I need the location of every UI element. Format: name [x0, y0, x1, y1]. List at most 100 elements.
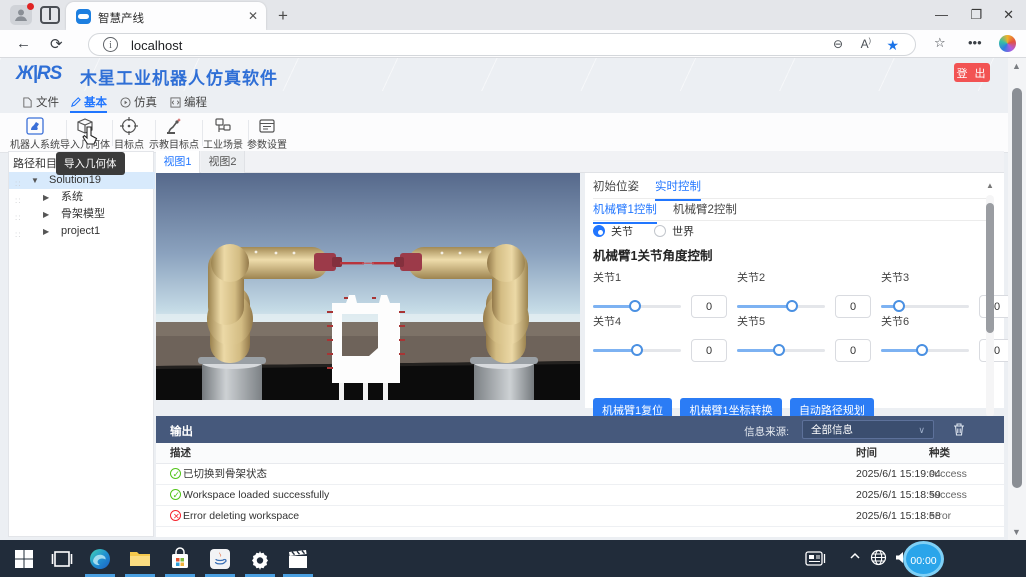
caret-right-icon[interactable]: ▶: [43, 189, 49, 206]
caret-right-icon[interactable]: ▶: [43, 223, 49, 240]
joint4-slider[interactable]: [593, 349, 681, 352]
joint1-slider[interactable]: [593, 305, 681, 308]
caret-down-icon[interactable]: ▼: [31, 172, 39, 189]
java-app-icon[interactable]: [208, 547, 232, 571]
minimize-button[interactable]: —: [935, 7, 948, 22]
joint5-input[interactable]: [835, 339, 871, 362]
refresh-icon[interactable]: ⟳: [50, 35, 63, 53]
favorite-star-icon[interactable]: ★: [886, 37, 899, 54]
file-icon: [22, 97, 33, 108]
panel-scrollbar[interactable]: ▲ ▼: [984, 181, 996, 431]
tab-realtime-control[interactable]: 实时控制: [655, 178, 701, 201]
joint2-slider[interactable]: [737, 305, 825, 308]
output-table-header: 描述 时间 种类: [156, 443, 1004, 464]
view-tab-bar: 视图1 视图2: [156, 151, 1004, 173]
start-button-icon[interactable]: [12, 547, 36, 571]
tab-initial-pose[interactable]: 初始位姿: [593, 178, 639, 199]
network-globe-icon[interactable]: [870, 549, 887, 566]
vscroll-thumb[interactable]: [986, 203, 994, 333]
joint4-control: 关节4: [593, 313, 727, 363]
browser-tab[interactable]: 智慧产线 ✕: [66, 2, 266, 30]
edge-browser-icon[interactable]: [88, 547, 112, 571]
output-header: 输出 信息来源: 全部信息 ∨: [156, 416, 1004, 443]
output-panel: 输出 信息来源: 全部信息 ∨ 描述 时间 种类 已切换到骨架状态: [156, 416, 1004, 537]
toolbar-parameter-settings[interactable]: 参数设置: [238, 116, 296, 151]
settings-gear-icon[interactable]: [248, 547, 272, 571]
address-bar[interactable]: i localhost ⊖ A) ★: [88, 33, 916, 56]
settings-panel-icon: [257, 116, 277, 136]
clapperboard-icon[interactable]: [286, 547, 310, 571]
news-widgets-icon[interactable]: [805, 549, 827, 567]
status-success-icon: [170, 489, 181, 500]
menu-item-simulation[interactable]: 仿真: [120, 94, 157, 113]
menu-item-basic[interactable]: 基本: [70, 94, 107, 113]
viewport-3d[interactable]: [156, 173, 580, 400]
hidden-icons-chevron[interactable]: [848, 549, 862, 563]
section-title: 机械臂1关节角度控制: [593, 245, 712, 264]
restore-button[interactable]: ❐: [970, 7, 982, 23]
read-aloud-icon[interactable]: A): [861, 37, 871, 51]
browser-profile-avatar[interactable]: [10, 5, 32, 25]
screen: 智慧产线 ✕ + — ❐ ✕ ← ⟳ i localhost ⊖ A) ★ ☆ …: [0, 0, 1026, 577]
microsoft-store-icon[interactable]: [168, 547, 192, 571]
collections-icon[interactable]: ☆: [934, 35, 946, 51]
joint5-slider[interactable]: [737, 349, 825, 352]
menu-item-programming[interactable]: 编程: [170, 94, 207, 113]
zoom-out-icon[interactable]: ⊖: [833, 37, 843, 51]
close-button[interactable]: ✕: [1003, 7, 1014, 23]
app-title: 木星工业机器人仿真软件: [80, 64, 278, 89]
hand-cursor-icon: [82, 126, 98, 146]
browser-tab-strip: 智慧产线 ✕ + — ❐ ✕: [0, 0, 1026, 30]
url-text[interactable]: localhost: [131, 38, 182, 53]
scroll-up-icon[interactable]: ▲: [1012, 61, 1021, 71]
control-panel: 初始位姿 实时控制 机械臂1控制 机械臂2控制 关节 世界 机械臂1关节角度控制…: [585, 173, 1004, 408]
tab-view2[interactable]: 视图2: [201, 151, 245, 173]
app-header: Ж|RS 木星工业机器人仿真软件 登 出: [0, 58, 1008, 91]
page-scrollbar[interactable]: ▲ ▼: [1008, 58, 1026, 540]
caret-right-icon[interactable]: ▶: [43, 206, 49, 223]
scroll-up-icon[interactable]: ▲: [986, 181, 994, 190]
file-explorer-icon[interactable]: [128, 547, 152, 571]
joint2-control: 关节2: [737, 269, 871, 319]
output-row[interactable]: Workspace loaded successfully 2025/6/1 1…: [156, 485, 1004, 506]
workspaces-button[interactable]: [40, 6, 60, 24]
tab-close-icon[interactable]: ✕: [248, 9, 258, 23]
output-row[interactable]: Error deleting workspace 2025/6/1 15:18:…: [156, 506, 1004, 527]
new-tab-button[interactable]: +: [278, 6, 288, 26]
tree-item-system[interactable]: :: ▶ 系统: [9, 189, 155, 206]
radio-selected-icon: [593, 225, 605, 237]
taskbar: 15:19 2025/6/1 7: [0, 540, 1026, 577]
app-logo: Ж|RS: [16, 63, 61, 85]
tab-arm1-control[interactable]: 机械臂1控制: [593, 201, 657, 224]
logout-button[interactable]: 登 出: [954, 63, 990, 82]
output-title: 输出: [170, 423, 193, 439]
recording-timer[interactable]: 00:00: [903, 541, 944, 577]
joint3-slider[interactable]: [881, 305, 969, 308]
menu-bar: 文件 基本 仿真 编程: [0, 91, 1008, 113]
tab-favicon: [76, 9, 91, 24]
scroll-down-icon[interactable]: ▼: [1012, 527, 1021, 537]
robot-scene: [156, 173, 580, 400]
tab-view1[interactable]: 视图1: [156, 151, 200, 173]
joint5-control: 关节5: [737, 313, 871, 363]
output-row[interactable]: 已切换到骨架状态 2025/6/1 15:19:04 success: [156, 464, 1004, 485]
sidebar-paths-targets: 路径和目标点 :: ▼ Solution19 :: ▶ 系统 :: ▶ 骨架模型: [8, 151, 154, 537]
page-scroll-thumb[interactable]: [1012, 88, 1022, 488]
joint6-slider[interactable]: [881, 349, 969, 352]
copilot-icon[interactable]: [999, 35, 1016, 52]
status-success-icon: [170, 468, 181, 479]
menu-item-file[interactable]: 文件: [22, 94, 59, 113]
radio-unselected-icon: [654, 225, 666, 237]
tree-item-skeleton-model[interactable]: :: ▶ 骨架模型: [9, 206, 155, 223]
joint4-input[interactable]: [691, 339, 727, 362]
tab-arm2-control[interactable]: 机械臂2控制: [673, 201, 737, 222]
clear-log-icon[interactable]: [952, 422, 966, 437]
task-view-icon[interactable]: [50, 547, 74, 571]
more-menu-icon[interactable]: •••: [968, 35, 982, 50]
radio-world-mode[interactable]: 世界: [654, 225, 694, 239]
source-dropdown[interactable]: 全部信息 ∨: [802, 420, 934, 439]
radio-joint-mode[interactable]: 关节: [593, 225, 633, 239]
site-info-icon[interactable]: i: [103, 37, 118, 52]
back-icon[interactable]: ←: [16, 35, 31, 52]
tree-item-project1[interactable]: :: ▶ project1: [9, 223, 155, 240]
